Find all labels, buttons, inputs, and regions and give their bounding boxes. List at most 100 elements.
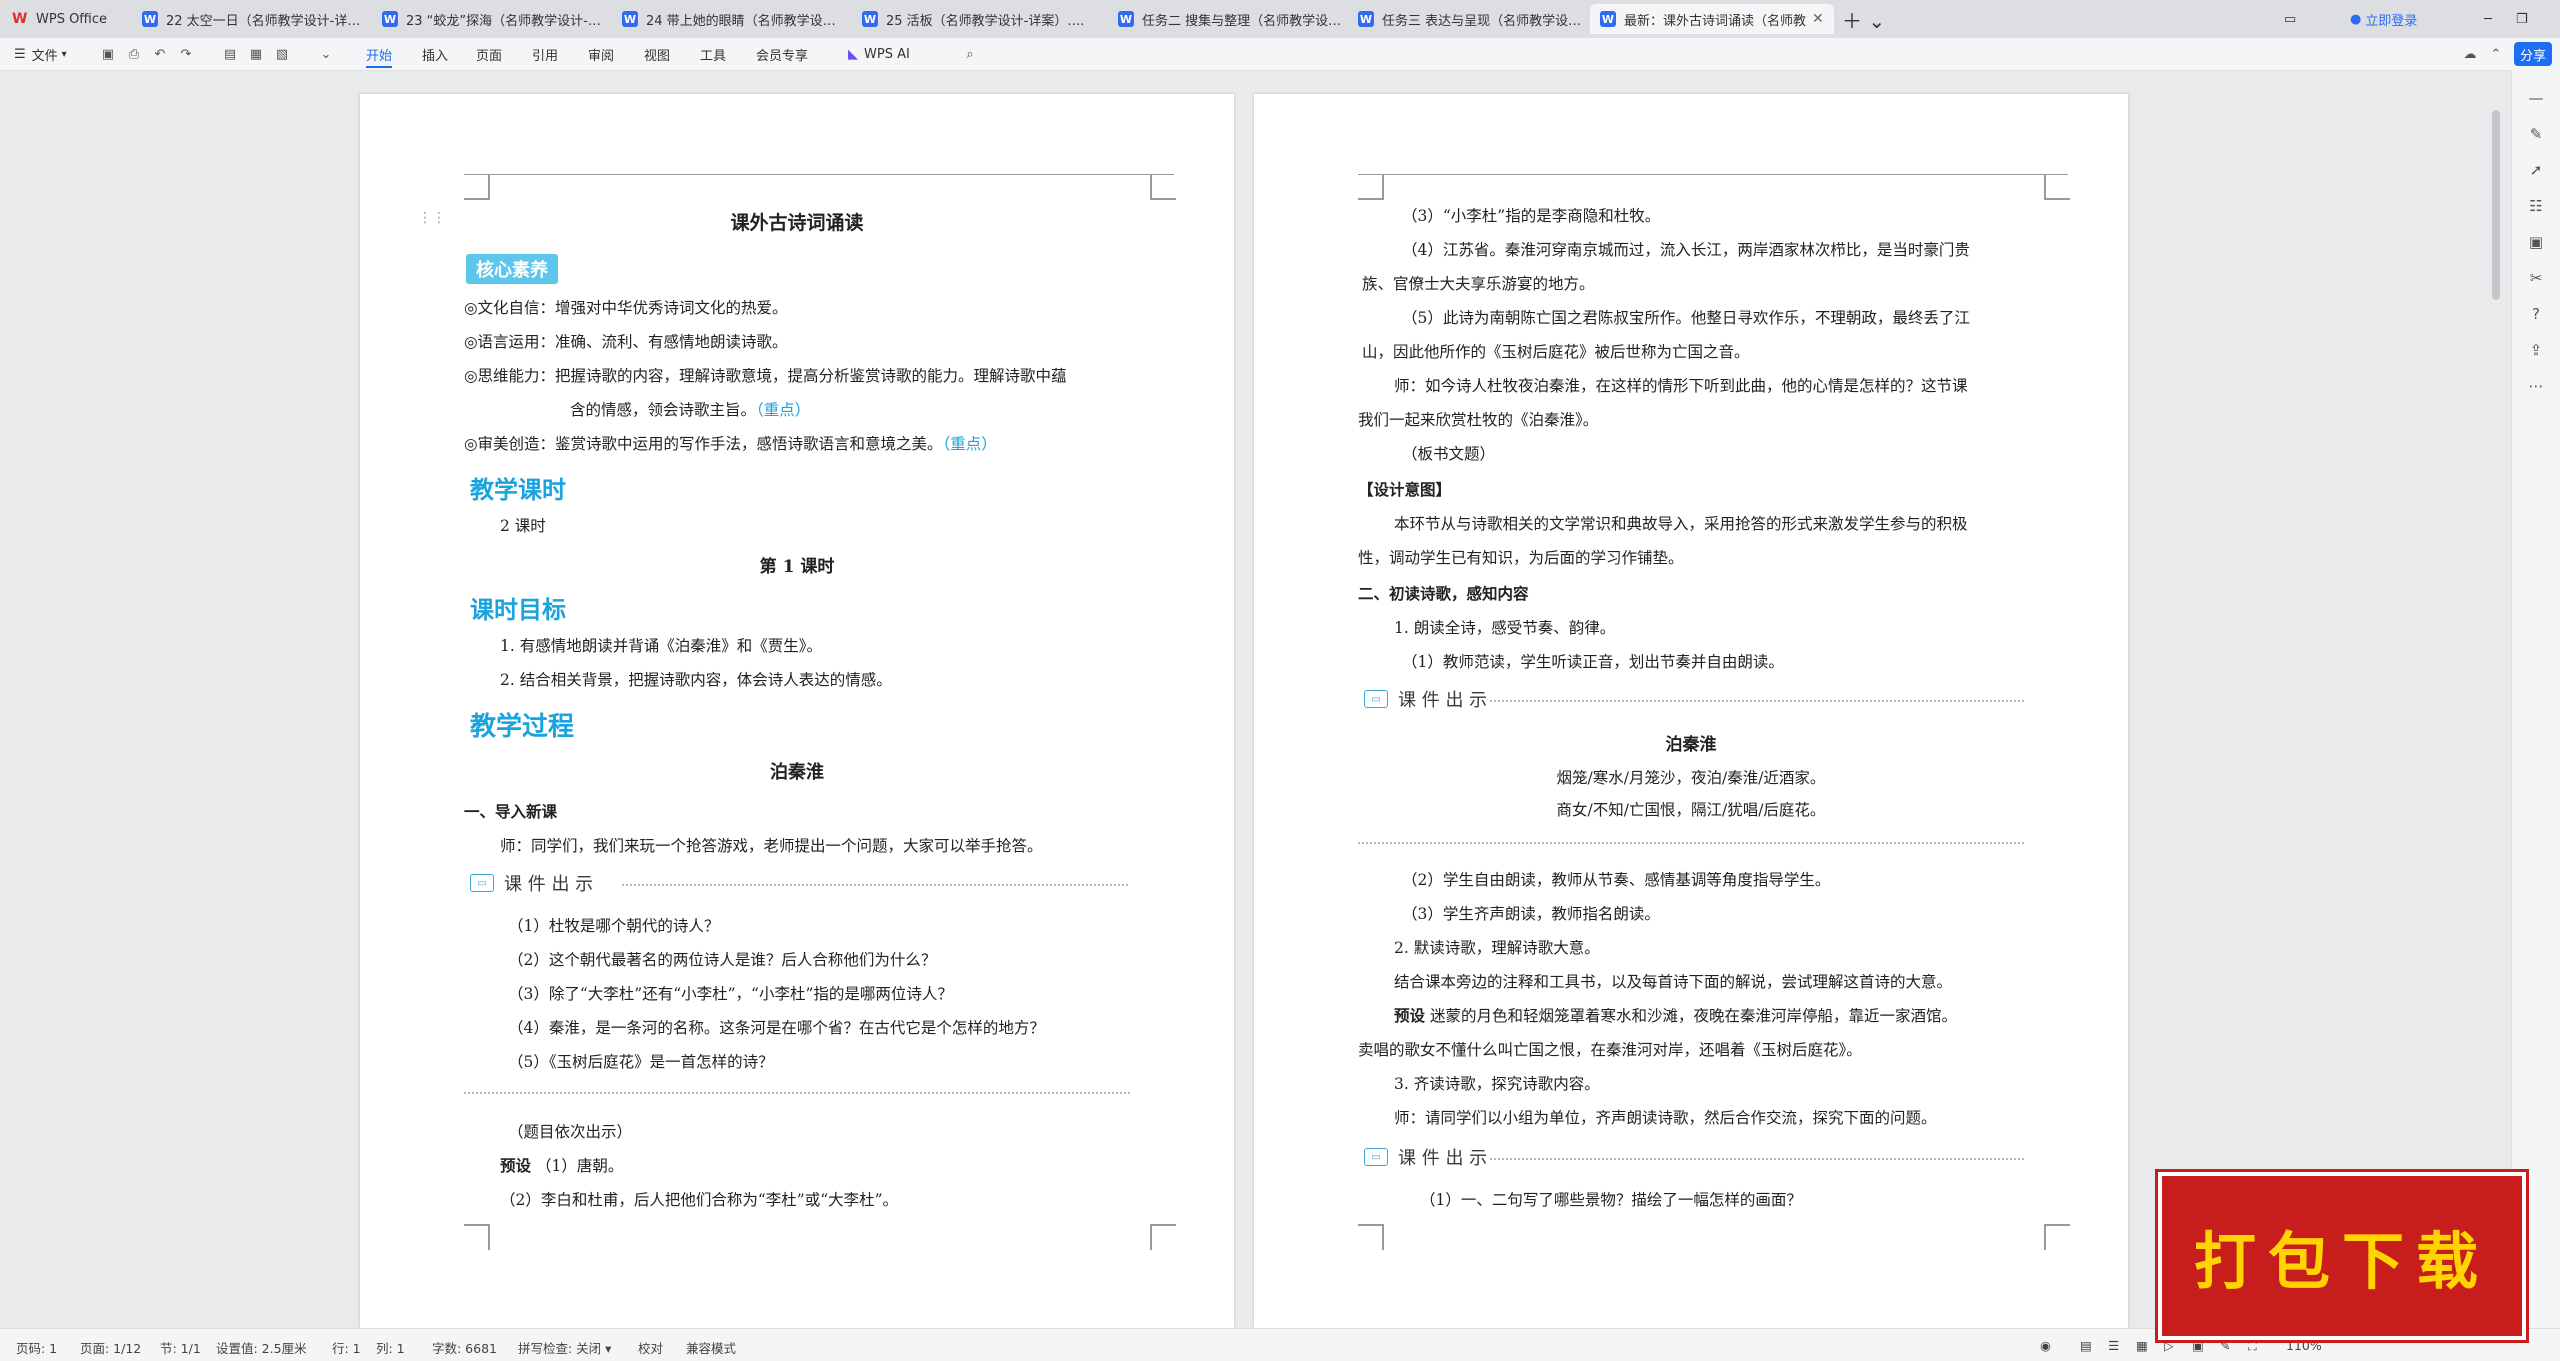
tab-label: 25 活板（名师教学设计-详案）.doc — [886, 13, 1088, 29]
courseware-banner: ▭ 课 件 出 示 — [1364, 686, 1487, 712]
more-chevron-icon[interactable]: ⌄ — [318, 46, 334, 62]
page-corner-mark — [2044, 174, 2070, 200]
tab-view-label: 视图 — [644, 48, 671, 64]
status-setting: 设置值: 2.5厘米 — [216, 1341, 307, 1356]
maximize-icon[interactable]: ❐ — [2516, 4, 2540, 34]
core-literacy-badge: 核心素养 — [466, 254, 558, 284]
search-icon[interactable]: ⌕ — [962, 46, 978, 62]
vertical-scrollbar[interactable] — [2492, 110, 2500, 300]
dotted-divider — [1358, 842, 2024, 844]
preset-line: 预设 迷蒙的月色和轻烟笼罩着寒水和沙滩，夜晚在秦淮河岸停船，靠近一家酒馆。 — [1394, 1006, 1957, 1025]
download-badge[interactable]: 打包下载 — [2158, 1172, 2526, 1340]
step-text: 2. 默读诗歌，理解诗歌大意。 — [1394, 939, 1600, 957]
wps-ai-button[interactable]: ◣ WPS AI — [848, 38, 910, 70]
file-menu-button[interactable]: ☰ 文件 ▾ — [14, 38, 67, 70]
status-words[interactable]: 字数: 6681 — [432, 1338, 497, 1357]
document-page-2[interactable]: （3）“小李杜”指的是李商隐和杜牧。 （4）江苏省。秦淮河穿南京城而过，流入长江… — [1254, 94, 2128, 1328]
ai-icon: ◣ — [848, 46, 858, 62]
play-icon[interactable]: ▷ — [2164, 1338, 2174, 1353]
dotted-divider — [1490, 1158, 2024, 1160]
login-button[interactable]: ● 立即登录 — [2350, 4, 2460, 34]
tools-icon[interactable]: ✂ — [2526, 268, 2546, 288]
status-row: 行: 1 — [332, 1341, 361, 1356]
preview-icon[interactable]: ▦ — [248, 46, 264, 62]
web-view-icon[interactable]: ☰ — [2108, 1338, 2119, 1353]
minimize-icon[interactable]: ─ — [2484, 4, 2508, 34]
page-header-line — [464, 174, 1174, 175]
paragraph: 我们一起来欣赏杜牧的《泊秦淮》。 — [1358, 411, 1599, 429]
status-proof[interactable]: 校对 — [638, 1338, 663, 1357]
tab-document[interactable]: W 25 活板（名师教学设计-详案）.doc — [852, 4, 1088, 34]
question-item: （2）这个朝代最著名的两位诗人是谁？后人合称他们为什么？ — [508, 951, 937, 969]
page-view-icon[interactable]: ▤ — [2080, 1338, 2092, 1353]
zoom-level[interactable]: 110% — [2286, 1338, 2322, 1353]
step-text: 1. 朗读全诗，感受节奏、韵律。 — [1394, 619, 1616, 637]
tab-document[interactable]: W 24 带上她的眼睛（名师教学设计-详案） — [612, 4, 848, 34]
tab-membership[interactable]: 会员专享 — [756, 38, 808, 70]
tab-wps-home[interactable]: W WPS Office — [0, 4, 128, 34]
tab-tools[interactable]: 工具 — [700, 38, 726, 70]
status-page[interactable]: 页面: 1/12 — [80, 1338, 141, 1357]
print-icon[interactable]: ⎙ — [126, 46, 142, 62]
page-corner-mark — [1358, 1224, 1384, 1250]
save-icon[interactable]: ▣ — [100, 46, 116, 62]
tab-document[interactable]: W 22 太空一日（名师教学设计-详案） — [132, 4, 368, 34]
wps-ai-label: WPS AI — [864, 46, 910, 62]
step-text: 结合课本旁边的注释和工具书，以及每首诗下面的解说，尝试理解这首诗的大意。 — [1394, 973, 1953, 991]
focus-mode-icon[interactable]: ▣ — [2192, 1338, 2204, 1353]
pen-mode-icon[interactable]: ✎ — [2220, 1338, 2230, 1353]
word-doc-icon: W — [622, 11, 638, 27]
help-icon[interactable]: ? — [2526, 304, 2546, 324]
cloud-sync-icon[interactable]: ☁ — [2462, 46, 2478, 62]
collapse-icon[interactable]: ⌃ — [2488, 46, 2504, 62]
tab-review[interactable]: 审阅 — [588, 38, 614, 70]
tab-document-active[interactable]: W 最新：课外古诗词诵读（名师教 ✕ — [1590, 4, 1834, 34]
tab-insert[interactable]: 插入 — [422, 38, 448, 70]
dotted-divider — [1490, 700, 2024, 702]
page-corner-mark — [1358, 174, 1384, 200]
window-icon[interactable]: ▭ — [2284, 4, 2308, 34]
document-page-1[interactable]: ⋮⋮ 课外古诗词诵读 核心素养 ◎文化自信：增强对中华优秀诗词文化的热爱。 ◎语… — [360, 94, 1234, 1328]
tab-tools-label: 工具 — [700, 48, 727, 64]
tab-document[interactable]: W 任务二 搜集与整理（名师教学设计-详案） — [1108, 4, 1344, 34]
wps-logo-icon: W — [12, 11, 28, 27]
status-spellcheck[interactable]: 拼写检查: 关闭 ▾ — [518, 1338, 611, 1357]
pen-icon[interactable]: ✎ — [2526, 124, 2546, 144]
question-item: （1）一、二句写了哪些景物？描绘了一幅怎样的画面？ — [1420, 1191, 1802, 1209]
new-tab-button[interactable]: ＋ ⌄ — [1842, 4, 1882, 34]
more-icon[interactable]: ⋯ — [2526, 376, 2546, 396]
fit-width-icon[interactable]: ⛶ — [2248, 1338, 2257, 1354]
word-doc-icon: W — [862, 11, 878, 27]
redo-icon[interactable]: ↷ — [178, 46, 194, 62]
tab-document[interactable]: W 任务三 表达与呈现（名师教学设计-详案） — [1348, 4, 1584, 34]
tab-view[interactable]: 视图 — [644, 38, 670, 70]
close-icon[interactable]: ✕ — [1812, 11, 1824, 27]
tab-page-label: 页面 — [476, 48, 503, 64]
tab-document[interactable]: W 23 “蛟龙”探海（名师教学设计-详案） — [372, 4, 608, 34]
step-text: 3. 齐读诗歌，探究诗歌内容。 — [1394, 1075, 1600, 1093]
read-mode-icon[interactable]: ▦ — [2136, 1338, 2148, 1353]
poem-line: 烟笼/寒水/月笼沙，夜泊/秦淮/近酒家。 — [1556, 769, 1826, 787]
preset-line: 预设 （1）唐朝。 — [500, 1156, 624, 1175]
tab-home[interactable]: 开始 — [366, 38, 393, 70]
undo-icon[interactable]: ↶ — [152, 46, 168, 62]
minus-icon[interactable]: — — [2526, 88, 2546, 108]
banner-label: 课 件 出 示 — [504, 874, 594, 895]
question-item: （3）除了“大李杜”还有“小李杜”，“小李杜”指的是哪两位诗人？ — [508, 985, 953, 1003]
chevron-down-icon: ▾ — [61, 48, 67, 60]
export-pdf-icon[interactable]: ▤ — [222, 46, 238, 62]
tab-references[interactable]: 引用 — [532, 38, 558, 70]
settings-sliders-icon[interactable]: ☷ — [2526, 196, 2546, 216]
tab-page[interactable]: 页面 — [476, 38, 502, 70]
courseware-banner: ▭ 课 件 出 示 — [470, 870, 593, 896]
eye-protection-icon[interactable]: ◉ — [2040, 1338, 2051, 1353]
share-button[interactable]: 分享 — [2514, 42, 2553, 66]
format-icon[interactable]: ▧ — [274, 46, 290, 62]
answer-line: （5）此诗为南朝陈亡国之君陈叔宝所作。他整日寻欢作乐，不理朝政，最终丢了江 — [1402, 309, 1970, 327]
cursor-icon[interactable]: ➚ — [2526, 160, 2546, 180]
tab-label: 23 “蛟龙”探海（名师教学设计-详案） — [406, 13, 608, 29]
share-panel-icon[interactable]: ⇪ — [2526, 340, 2546, 360]
section-title: 一、导入新课 — [464, 802, 558, 821]
translate-icon[interactable]: ▣ — [2526, 232, 2546, 252]
step-text: （2）学生自由朗读，教师从节奏、感情基调等角度指导学生。 — [1402, 871, 1831, 889]
